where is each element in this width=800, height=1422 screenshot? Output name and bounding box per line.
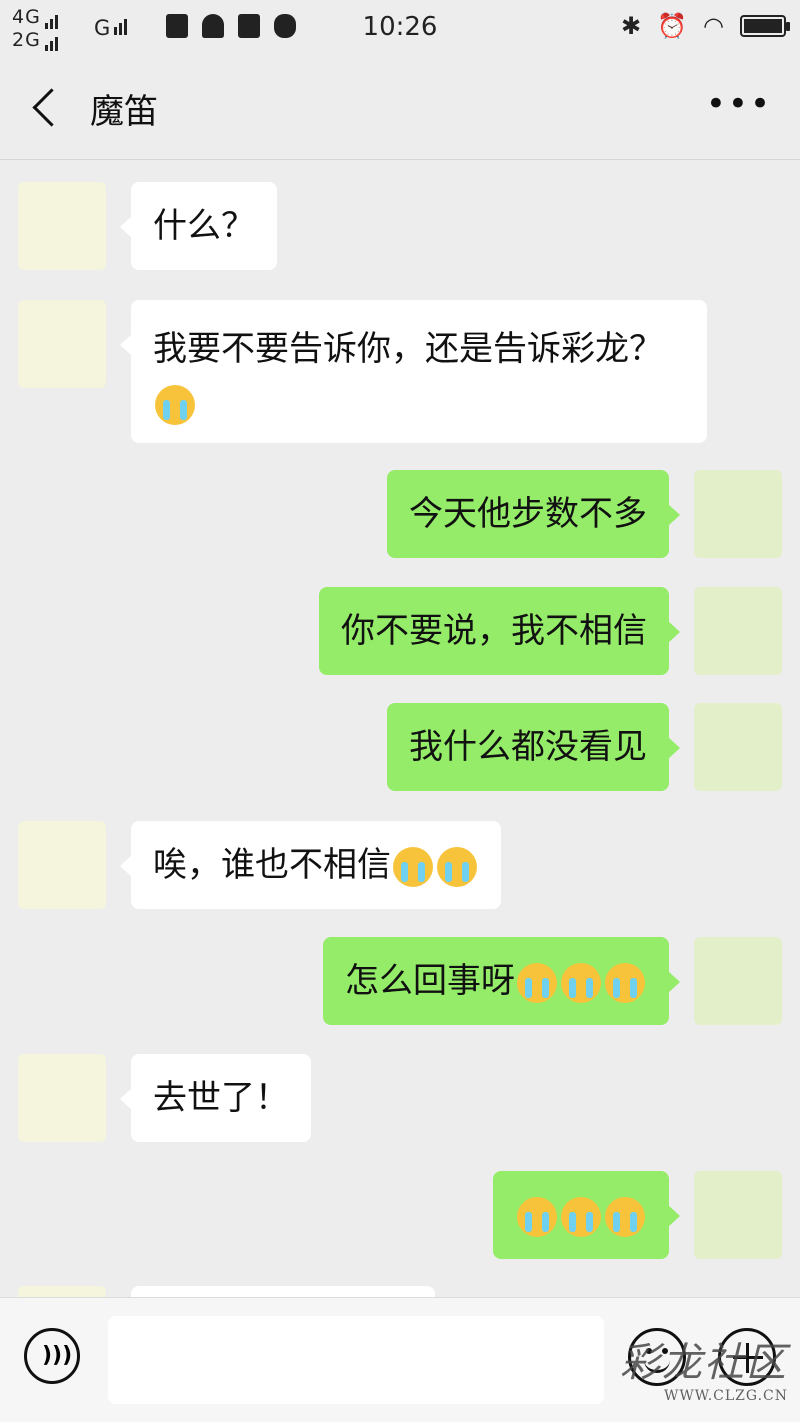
friend-avatar[interactable] bbox=[18, 821, 106, 909]
friend-avatar[interactable] bbox=[18, 300, 106, 388]
my-avatar[interactable] bbox=[694, 587, 782, 675]
message-text: 今天他步数不多 bbox=[409, 494, 647, 534]
back-icon[interactable] bbox=[24, 84, 64, 132]
message-bubble[interactable]: 去世了！ bbox=[120, 1054, 311, 1142]
message-bubble[interactable] bbox=[493, 1171, 680, 1259]
friend-avatar[interactable] bbox=[18, 1286, 106, 1297]
crying-face-emoji-icon bbox=[517, 1196, 557, 1237]
chat-message-list[interactable]: 什么？ 我要不要告诉你，还是告诉彩龙？ 今天他步数不多 你不要说，我不相信 我什… bbox=[0, 160, 800, 1297]
message-bubble[interactable]: 怎么回事呀 bbox=[323, 937, 680, 1025]
battery-icon bbox=[740, 15, 790, 37]
crying-face-emoji-icon bbox=[393, 846, 433, 887]
bluetooth-icon: ✱ bbox=[621, 12, 642, 40]
message-bubble[interactable]: 唉，谁也不相信 bbox=[120, 821, 501, 909]
wifi-icon: ◠ bbox=[703, 12, 724, 40]
message-bubble[interactable]: 我要不要告诉你，还是告诉彩龙？ bbox=[120, 300, 707, 443]
my-avatar[interactable] bbox=[694, 1171, 782, 1259]
chat-header: 魔笛 ••• bbox=[0, 58, 800, 160]
message-input[interactable] bbox=[108, 1316, 604, 1404]
friend-avatar[interactable] bbox=[18, 1054, 106, 1142]
watermark-logo-text: 彩龙社区 bbox=[620, 1340, 788, 1386]
status-bar: 4G 2G G 10:26 ✱ ⏰ ◠ bbox=[0, 0, 800, 58]
my-avatar[interactable] bbox=[694, 937, 782, 1025]
my-avatar[interactable] bbox=[694, 470, 782, 558]
voice-input-button[interactable]: ))) bbox=[24, 1328, 80, 1384]
my-avatar[interactable] bbox=[694, 703, 782, 791]
voice-icon: ))) bbox=[42, 1343, 73, 1368]
crying-face-emoji-icon bbox=[155, 384, 195, 425]
message-bubble[interactable]: 今天他步数不多 bbox=[387, 470, 680, 558]
message-text: 什么？ bbox=[153, 206, 255, 246]
crying-face-emoji-icon bbox=[517, 962, 557, 1003]
message-text: 你不要说，我不相信 bbox=[341, 611, 647, 651]
message-bubble[interactable]: 什么？ bbox=[120, 182, 277, 270]
crying-face-emoji-icon bbox=[605, 962, 645, 1003]
message-text: 怎么回事呀 bbox=[345, 961, 515, 1001]
chat-title: 魔笛 bbox=[90, 92, 158, 132]
friend-avatar[interactable] bbox=[18, 182, 106, 270]
crying-face-emoji-icon bbox=[561, 1196, 601, 1237]
crying-face-emoji-icon bbox=[605, 1196, 645, 1237]
status-right-icons: ✱ ⏰ ◠ bbox=[621, 12, 790, 40]
message-text: 唉，谁也不相信 bbox=[153, 845, 391, 885]
message-text: 我要不要告诉你，还是告诉彩龙？ bbox=[153, 329, 663, 369]
message-bubble[interactable] bbox=[131, 1286, 435, 1297]
alarm-icon: ⏰ bbox=[657, 12, 688, 40]
watermark-url: WWW.CLZG.CN bbox=[663, 1388, 788, 1404]
site-watermark: 彩龙社区 WWW.CLZG.CN bbox=[620, 1330, 788, 1404]
message-text: 去世了！ bbox=[153, 1078, 289, 1118]
crying-face-emoji-icon bbox=[437, 846, 477, 887]
crying-face-emoji-icon bbox=[561, 962, 601, 1003]
message-bubble[interactable]: 我什么都没看见 bbox=[387, 703, 680, 791]
message-text: 我什么都没看见 bbox=[409, 727, 647, 767]
message-bubble[interactable]: 你不要说，我不相信 bbox=[319, 587, 680, 675]
more-options-icon[interactable]: ••• bbox=[706, 84, 772, 124]
